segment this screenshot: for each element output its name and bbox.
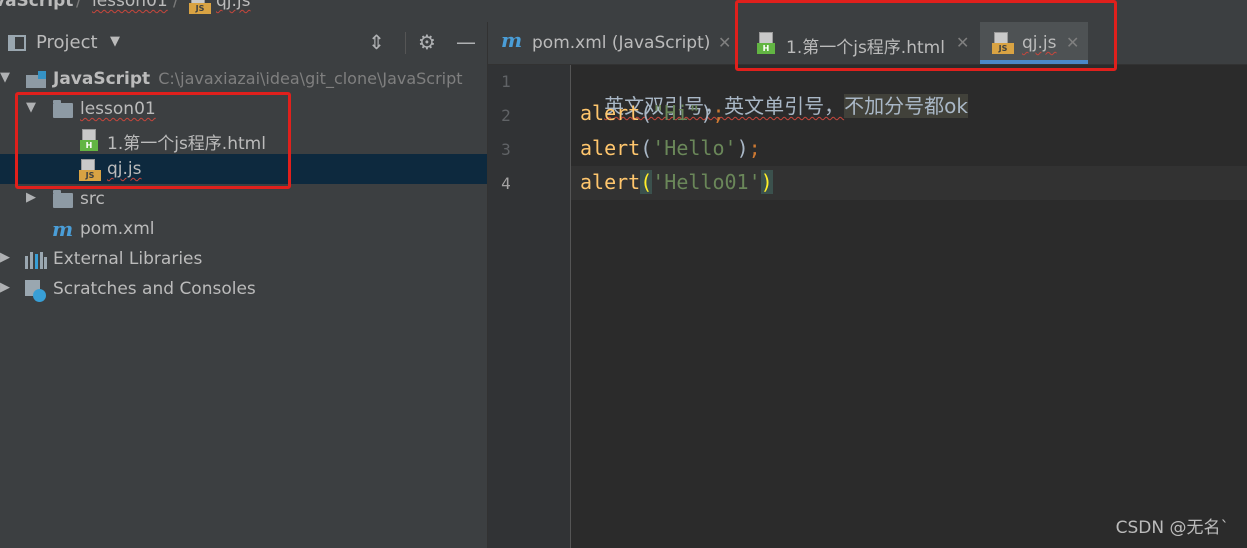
tab-html-file[interactable]: H 1.第一个js程序.html ✕ (744, 22, 980, 64)
breadcrumb-file[interactable]: qj.js (216, 0, 251, 11)
chevron-down-icon[interactable]: ▼ (110, 34, 120, 49)
close-paren: ) (760, 170, 773, 194)
tree-item-project-root[interactable]: ▼ JavaScript C:\javaxiazai\idea\git_clone… (0, 64, 487, 94)
tree-item-html-file[interactable]: H 1.第一个js程序.html (0, 124, 487, 154)
project-panel: Project ▼ ⇕ ⚙ — ▼ JavaScript C:\javaxiaza… (0, 22, 488, 548)
tab-label: pom.xml (JavaScript) (532, 33, 711, 53)
html-file-icon: H (757, 32, 777, 54)
minus-icon[interactable]: — (456, 30, 476, 54)
function-name: alert (580, 136, 641, 160)
breadcrumb-project[interactable]: vaScript (0, 0, 73, 11)
tree-item-qj-js[interactable]: JS qj.js (0, 154, 487, 184)
js-file-icon: JS (189, 0, 211, 14)
gear-icon[interactable]: ⚙ (418, 30, 436, 54)
folder-icon (53, 190, 73, 208)
code-line-2: alert("Hi"); (580, 101, 725, 125)
breadcrumb-folder[interactable]: lesson01 (92, 0, 168, 11)
comment-highlight: 不加分号都ok (844, 94, 968, 118)
tree-item-path: C:\javaxiazai\idea\git_clone\JavaScript (158, 69, 463, 88)
project-view-icon (8, 35, 26, 51)
expand-arrow-icon[interactable]: ▶ (0, 250, 10, 265)
expand-arrow-icon[interactable]: ▶ (26, 190, 36, 205)
tree-item-label: JavaScript C:\javaxiazai\idea\git_clone\J… (53, 69, 463, 89)
open-paren: ( (640, 170, 653, 194)
tab-label: qj.js (1022, 33, 1057, 53)
expand-arrow-icon[interactable]: ▼ (0, 70, 10, 85)
tree-item-label: src (80, 189, 105, 209)
string-literal: 'Hello' (652, 136, 737, 160)
function-name: alert (580, 101, 641, 125)
line-number: 1 (501, 72, 511, 91)
close-icon[interactable]: ✕ (1066, 33, 1079, 52)
tab-label: 1.第一个js程序.html (786, 38, 945, 58)
breadcrumb-separator: / (76, 0, 82, 11)
header-divider (405, 32, 406, 54)
tree-item-label: 1.第一个js程序.html (107, 134, 266, 154)
tree-item-label: pom.xml (80, 219, 155, 239)
tree-item-label: External Libraries (53, 249, 203, 269)
line-number: 2 (501, 106, 511, 125)
project-panel-title[interactable]: Project (36, 32, 98, 53)
project-panel-header: Project ▼ ⇕ ⚙ — (0, 22, 487, 64)
maven-icon: m (501, 28, 523, 52)
close-paren: ) (700, 101, 713, 125)
open-paren: ( (640, 136, 653, 160)
string-literal: 'Hello01' (652, 170, 761, 194)
breadcrumb-separator: / (173, 0, 179, 11)
libraries-icon (25, 252, 47, 269)
tree-item-lesson01[interactable]: ▼ lesson01 (0, 94, 487, 124)
tree-item-label: lesson01 (80, 99, 156, 119)
function-name: alert (580, 170, 641, 194)
close-icon[interactable]: ✕ (956, 33, 969, 52)
js-file-icon: JS (79, 159, 101, 181)
js-file-icon: JS (992, 32, 1014, 54)
string-literal: "Hi" (652, 101, 701, 125)
line-number: 3 (501, 140, 511, 159)
folder-icon (53, 100, 73, 118)
watermark: CSDN @无名` (1115, 518, 1229, 538)
maven-icon: m (52, 217, 74, 241)
tree-item-label: Scratches and Consoles (53, 279, 256, 299)
tab-pom-xml[interactable]: m pom.xml (JavaScript) ✕ (488, 22, 738, 64)
semicolon: ; (712, 101, 725, 125)
tab-qj-js[interactable]: JS qj.js ✕ (980, 22, 1088, 64)
tree-item-label: qj.js (107, 159, 142, 179)
close-icon[interactable]: ✕ (718, 33, 731, 52)
semicolon: ; (748, 136, 761, 160)
tree-item-src[interactable]: ▶ src (0, 184, 487, 214)
expand-arrow-icon[interactable]: ▶ (0, 280, 10, 295)
module-icon (26, 71, 46, 88)
collapse-all-icon[interactable]: ⇕ (368, 30, 385, 54)
tree-item-external-libraries[interactable]: ▶ External Libraries (0, 244, 487, 274)
code-line-4: alert('Hello01') (580, 170, 773, 194)
breadcrumb: vaScript / lesson01 / JS qj.js (0, 0, 1247, 23)
open-paren: ( (640, 101, 653, 125)
line-number-gutter (488, 65, 571, 548)
scratches-icon (25, 280, 47, 302)
html-file-icon: H (80, 129, 100, 151)
editor-tab-bar: m pom.xml (JavaScript) ✕ H 1.第一个js程序.htm… (488, 22, 1247, 65)
tree-item-scratches[interactable]: ▶ Scratches and Consoles (0, 274, 487, 304)
line-number: 4 (501, 174, 511, 193)
code-line-3: alert('Hello'); (580, 136, 761, 160)
tree-item-pom-xml[interactable]: m pom.xml (0, 214, 487, 244)
expand-arrow-icon[interactable]: ▼ (26, 100, 36, 115)
close-paren: ) (736, 136, 749, 160)
